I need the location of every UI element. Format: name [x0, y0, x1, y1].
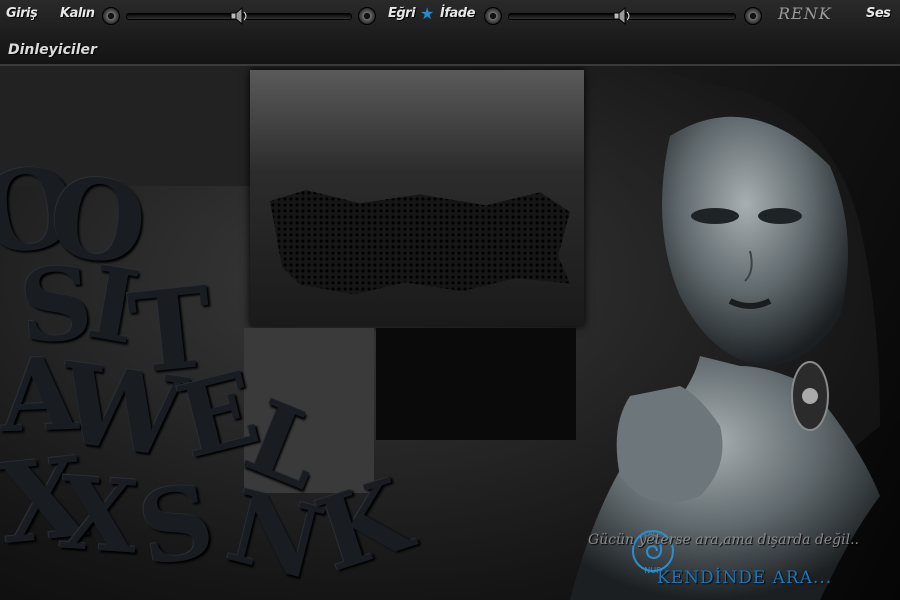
- egri-button[interactable]: Eğri: [388, 6, 416, 21]
- background-stage: O O S I T A W E L X X S N K LADY NUR Güc…: [0, 66, 900, 600]
- slider-right-knob-icon[interactable]: [484, 7, 502, 25]
- listeners-label[interactable]: Dinleyiciler: [8, 42, 97, 58]
- slider-left-knob-icon[interactable]: [102, 7, 120, 25]
- giris-button[interactable]: Giriş: [6, 6, 38, 21]
- star-icon: ★: [420, 4, 435, 23]
- renk-button[interactable]: RENK: [778, 4, 832, 23]
- kalin-button[interactable]: Kalın: [60, 6, 95, 21]
- toolbar: Giriş Kalın Eğri ★ İfade RENK Ses Dinley…: [0, 0, 900, 66]
- ifade-button[interactable]: İfade: [440, 6, 475, 21]
- decorative-letters: O O S I T A W E L X X S N K: [0, 139, 424, 600]
- ses-button[interactable]: Ses: [866, 6, 891, 21]
- slider-right-end-knob-icon[interactable]: [744, 7, 762, 25]
- slider-left-end-knob-icon[interactable]: [358, 7, 376, 25]
- quote-line-2: KENDİNDE ARA...: [657, 568, 833, 588]
- speaker-icon[interactable]: [229, 7, 251, 25]
- woman-portrait-image: [570, 66, 900, 600]
- speaker-icon[interactable]: [612, 7, 634, 25]
- quote-line-1: Gücün yeterse ara,ama dışarda değil..: [588, 532, 859, 548]
